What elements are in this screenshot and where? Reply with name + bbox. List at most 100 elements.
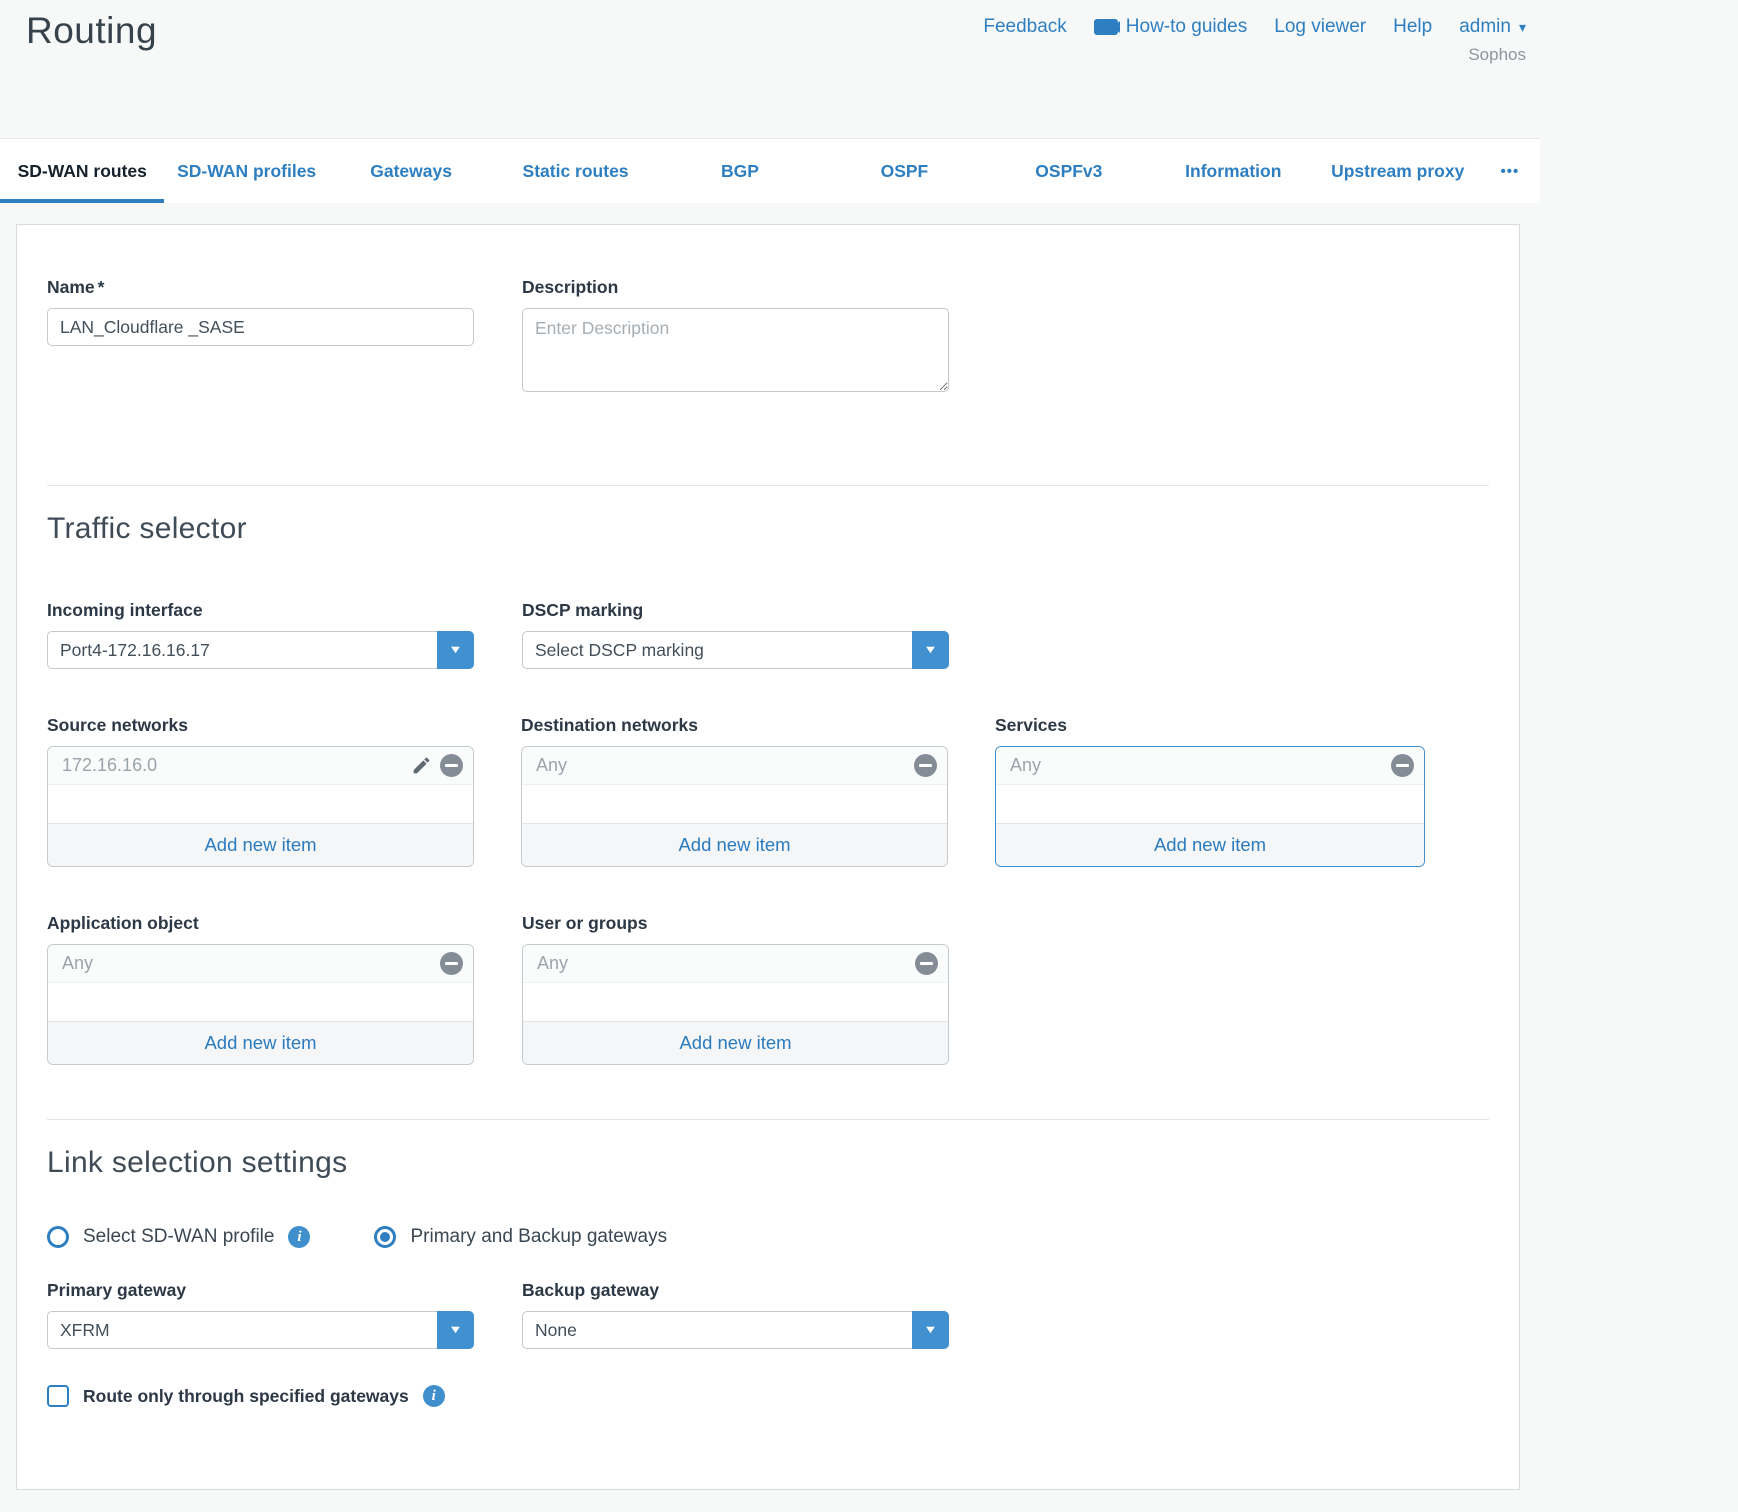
remove-item-icon[interactable] (914, 754, 937, 777)
services-label: Services (995, 715, 1425, 736)
networks-services-row: Source networks 172.16.16.0 Add new item… (47, 715, 1489, 867)
dropdown-button[interactable]: ▼ (437, 1311, 474, 1349)
backup-gateway-group: Backup gateway None ▼ (522, 1280, 949, 1349)
tab-information[interactable]: Information (1151, 139, 1315, 203)
tab-bgp[interactable]: BGP (658, 139, 822, 203)
add-new-item-button[interactable]: Add new item (996, 823, 1424, 866)
help-link[interactable]: Help (1393, 16, 1432, 38)
section-divider (47, 485, 1489, 486)
link-selection-radio-row: Select SD-WAN profile i Primary and Back… (47, 1226, 1489, 1248)
name-input[interactable] (47, 308, 474, 346)
destination-networks-box: Any Add new item (521, 746, 948, 867)
route-only-checkbox-row: Route only through specified gateways i (47, 1385, 1489, 1407)
remove-item-icon[interactable] (440, 952, 463, 975)
list-item: Any (522, 747, 947, 785)
incoming-interface-value: Port4-172.16.16.17 (60, 640, 210, 661)
tab-sdwan-routes[interactable]: SD-WAN routes (0, 139, 164, 203)
admin-menu[interactable]: admin ▾ (1459, 16, 1526, 38)
incoming-interface-group: Incoming interface Port4-172.16.16.17 ▼ (47, 600, 474, 669)
gateways-row: Primary gateway XFRM ▼ Backup gateway No… (47, 1280, 1489, 1349)
name-label: Name* (47, 277, 474, 298)
route-only-checkbox[interactable] (47, 1385, 69, 1407)
add-new-item-button[interactable]: Add new item (48, 1021, 473, 1064)
brand-text: Sophos (983, 45, 1526, 65)
traffic-selector-heading: Traffic selector (47, 512, 1489, 546)
spacer (48, 983, 473, 1021)
radio-sdwan-profile[interactable] (47, 1226, 69, 1248)
info-icon[interactable]: i (288, 1226, 310, 1248)
backup-gateway-select[interactable]: None ▼ (522, 1311, 949, 1349)
dscp-marking-group: DSCP marking Select DSCP marking ▼ (522, 600, 949, 669)
more-tabs-button[interactable]: ••• (1480, 139, 1540, 203)
log-viewer-link[interactable]: Log viewer (1274, 16, 1366, 38)
tab-ospfv3[interactable]: OSPFv3 (987, 139, 1151, 203)
service-value: Any (1010, 755, 1041, 776)
user-or-groups-value: Any (537, 953, 568, 974)
add-new-item-button[interactable]: Add new item (523, 1021, 948, 1064)
howto-guides-label: How-to guides (1126, 16, 1247, 38)
incoming-interface-select[interactable]: Port4-172.16.16.17 ▼ (47, 631, 474, 669)
header-right: Feedback How-to guides Log viewer Help a… (983, 10, 1526, 138)
tab-bar: SD-WAN routes SD-WAN profiles Gateways S… (0, 138, 1540, 203)
tab-sdwan-profiles[interactable]: SD-WAN profiles (164, 139, 328, 203)
description-label: Description (522, 277, 949, 298)
chevron-down-icon: ▼ (923, 1324, 938, 1336)
add-new-item-button[interactable]: Add new item (522, 823, 947, 866)
video-camera-icon (1094, 19, 1118, 35)
radio-sdwan-profile-label: Select SD-WAN profile (83, 1226, 274, 1248)
radio-primary-backup-gateways[interactable] (374, 1226, 396, 1248)
primary-gateway-group: Primary gateway XFRM ▼ (47, 1280, 474, 1349)
tab-ospf[interactable]: OSPF (822, 139, 986, 203)
application-object-label: Application object (47, 913, 474, 934)
dropdown-button[interactable]: ▼ (912, 1311, 949, 1349)
page-header: Routing Feedback How-to guides Log viewe… (0, 0, 1540, 138)
add-new-item-button[interactable]: Add new item (48, 823, 473, 866)
link-selection-heading: Link selection settings (47, 1146, 1489, 1180)
dscp-marking-select[interactable]: Select DSCP marking ▼ (522, 631, 949, 669)
feedback-link[interactable]: Feedback (983, 16, 1066, 38)
dropdown-button[interactable]: ▼ (912, 631, 949, 669)
admin-label: admin (1459, 16, 1511, 38)
spacer (996, 785, 1424, 823)
remove-item-icon[interactable] (1391, 754, 1414, 777)
tab-gateways[interactable]: Gateways (329, 139, 493, 203)
howto-guides-link[interactable]: How-to guides (1094, 16, 1247, 38)
destination-networks-label: Destination networks (521, 715, 948, 736)
tab-static-routes[interactable]: Static routes (493, 139, 657, 203)
application-object-box: Any Add new item (47, 944, 474, 1065)
remove-item-icon[interactable] (915, 952, 938, 975)
primary-gateway-select[interactable]: XFRM ▼ (47, 1311, 474, 1349)
chevron-down-icon: ▼ (448, 1324, 463, 1336)
source-network-value: 172.16.16.0 (62, 755, 157, 776)
user-or-groups-label: User or groups (522, 913, 949, 934)
backup-gateway-label: Backup gateway (522, 1280, 949, 1301)
tab-upstream-proxy[interactable]: Upstream proxy (1316, 139, 1480, 203)
required-asterisk: * (98, 277, 105, 297)
list-item: Any (48, 945, 473, 983)
page-title: Routing (26, 10, 157, 138)
destination-network-value: Any (536, 755, 567, 776)
primary-gateway-label: Primary gateway (47, 1280, 474, 1301)
interface-dscp-row: Incoming interface Port4-172.16.16.17 ▼ … (47, 600, 1489, 669)
edit-pencil-icon[interactable] (411, 755, 432, 776)
remove-item-icon[interactable] (440, 754, 463, 777)
source-networks-box: 172.16.16.0 Add new item (47, 746, 474, 867)
destination-networks-group: Destination networks Any Add new item (521, 715, 948, 867)
item-actions (914, 754, 937, 777)
description-field-group: Description (522, 277, 949, 397)
item-actions (411, 754, 463, 777)
radio-primary-backup-gateways-label: Primary and Backup gateways (410, 1226, 667, 1248)
sdwan-route-form-card: Name* Description Traffic selector Incom… (16, 224, 1520, 1490)
description-textarea[interactable] (522, 308, 949, 392)
info-icon[interactable]: i (423, 1385, 445, 1407)
application-object-value: Any (62, 953, 93, 974)
app-window: Routing Feedback How-to guides Log viewe… (0, 0, 1540, 1490)
chevron-down-icon: ▼ (448, 644, 463, 656)
spacer (523, 983, 948, 1021)
incoming-interface-label: Incoming interface (47, 600, 474, 621)
dscp-marking-value: Select DSCP marking (535, 640, 704, 661)
source-networks-group: Source networks 172.16.16.0 Add new item (47, 715, 474, 867)
list-item: Any (523, 945, 948, 983)
dropdown-button[interactable]: ▼ (437, 631, 474, 669)
name-description-row: Name* Description (47, 277, 1489, 397)
